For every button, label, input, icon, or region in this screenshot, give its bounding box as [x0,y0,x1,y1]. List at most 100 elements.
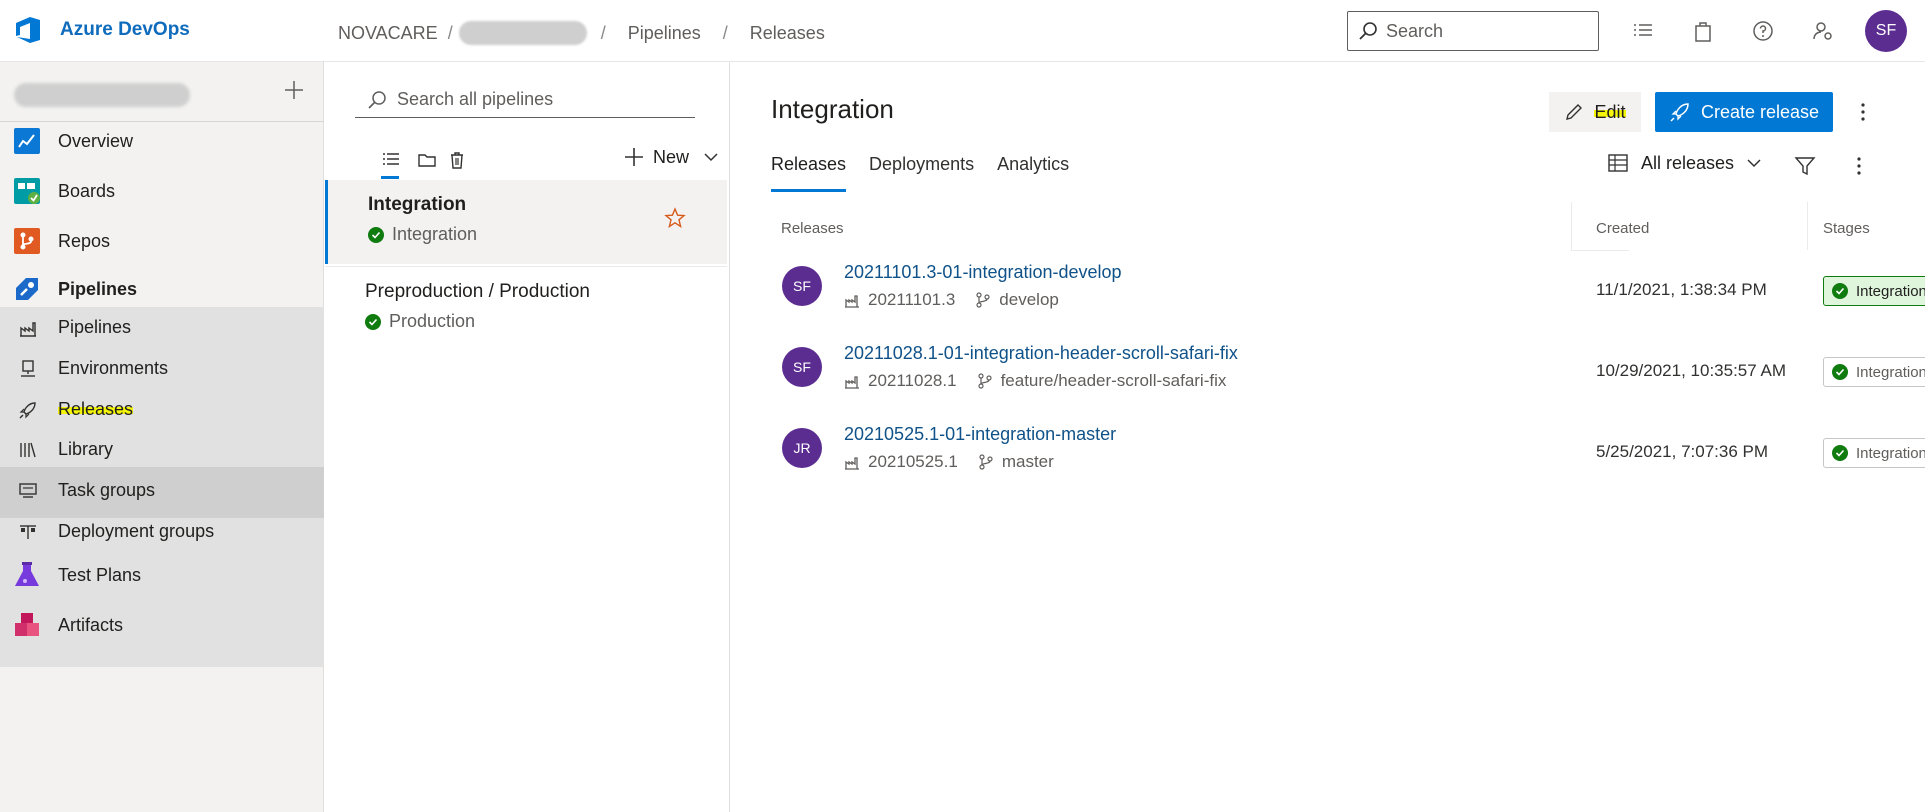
brand-link[interactable]: Azure DevOps [14,15,190,45]
add-project-icon[interactable] [282,78,306,102]
marketplace-bag-icon[interactable] [1691,19,1715,43]
branch-icon [976,292,990,308]
pipelines-search-input[interactable]: Search all pipelines [355,82,695,118]
release-name-link[interactable]: 20211028.1-01-integration-header-scroll-… [844,343,1238,364]
release-pipelines-panel: Search all pipelines New Integration Int… [325,62,730,812]
nav-label: Pipelines [58,316,132,337]
breadcrumb-separator: / [447,22,453,43]
chevron-down-icon [1747,159,1761,168]
more-options-icon[interactable] [1847,154,1871,178]
left-navigation: Overview Boards Repos Pipelines Pipeline… [0,62,324,812]
success-check-icon [1832,283,1848,299]
list-view-icon[interactable] [381,150,401,170]
build-number: 20211028.1 [868,371,957,390]
user-settings-icon[interactable] [1811,19,1835,43]
pipelines-toolbar: New [355,146,718,179]
table-row[interactable]: SF 20211101.3-01-integration-develop 202… [771,250,1925,330]
column-divider [1807,202,1808,250]
build-number: 20210525.1 [868,452,958,471]
release-meta: 20211028.1 feature/header-scroll-safari-… [844,371,1226,391]
releases-table-header: Releases Created Stages [771,202,1925,252]
edit-button[interactable]: Edit [1549,92,1641,132]
favorite-star-icon[interactable] [663,206,687,230]
new-label: New [653,146,690,167]
task-list-icon[interactable] [1631,19,1655,43]
delete-icon[interactable] [447,150,467,170]
nav-label: Deployment groups [58,520,215,541]
top-bar: Azure DevOps NOVACARE / / Pipelines / Re… [0,0,1925,62]
release-filter-dropdown[interactable]: All releases [1607,152,1762,174]
pipeline-stage: Production [389,311,476,331]
pipeline-status: Production [365,311,475,332]
folder-icon[interactable] [417,150,437,170]
global-search-input[interactable]: Search [1347,11,1599,51]
artifacts-icon [15,613,39,636]
plus-icon [625,148,643,166]
search-placeholder: Search all pipelines [397,89,554,109]
list-view-active-indicator [381,176,399,179]
build-number: 20211101.3 [868,290,956,309]
branch-icon [977,373,992,389]
chevron-down-icon [704,153,718,162]
user-avatar[interactable]: SF [1865,10,1907,52]
tab-releases[interactable]: Releases [771,154,847,192]
nav-label: Library [58,438,114,459]
tab-analytics[interactable]: Analytics [997,154,1069,192]
azure-devops-logo-icon [16,17,40,43]
nav-label: Artifacts [58,614,124,635]
release-meta: 20210525.1 master [844,452,1054,472]
search-icon [1359,22,1377,40]
pipeline-item-integration[interactable]: Integration Integration [325,180,727,264]
breadcrumb-separator: / [722,22,728,43]
pipeline-stage: Integration [392,224,478,244]
pipeline-status: Integration [368,224,477,245]
success-check-icon [368,226,384,243]
environments-icon [21,360,35,377]
nav-label: Test Plans [58,564,142,585]
nav-label: Releases [58,398,134,420]
pipelines-icon [16,278,38,300]
nav-label: Repos [58,230,111,251]
created-date: 10/29/2021, 10:35:57 AM [1596,361,1786,380]
rocket-icon [1670,103,1689,122]
table-icon [1608,154,1628,172]
release-name-link[interactable]: 20210525.1-01-integration-master [844,424,1116,445]
branch-name: develop [999,290,1059,309]
stage-badge[interactable]: Integration [1823,357,1925,387]
pipeline-title: Integration [368,194,467,215]
success-check-icon [1832,364,1848,380]
stage-badge[interactable]: Integration [1823,276,1925,306]
breadcrumb-org[interactable]: NOVACARE [338,23,438,44]
release-pipeline-detail: Integration Edit Create release Releases… [731,62,1925,812]
breadcrumb-releases[interactable]: Releases [750,23,825,44]
stage-badge[interactable]: Integration [1823,438,1925,468]
breadcrumb-project-redacted[interactable] [458,21,587,45]
search-placeholder: Search [1386,20,1444,41]
breadcrumb-pipelines[interactable]: Pipelines [628,23,701,44]
boards-icon [14,178,40,204]
release-meta: 20211101.3 develop [844,290,1059,310]
build-icon [845,295,859,308]
build-icon [845,457,859,470]
help-icon[interactable] [1751,19,1775,43]
new-pipeline-button[interactable]: New [623,146,719,168]
create-release-button[interactable]: Create release [1655,92,1833,132]
breadcrumb-separator: / [600,22,606,43]
search-icon [368,90,386,109]
pipeline-item-preproduction-production[interactable]: Preproduction / Production Production [325,266,727,350]
tab-deployments[interactable]: Deployments [869,154,974,192]
nav-item-artifacts[interactable]: Artifacts [0,596,324,654]
filter-icon[interactable] [1793,154,1817,178]
nav-label: Pipelines [58,278,138,299]
stage-name: Integration [1856,282,1925,300]
column-header-releases: Releases [781,220,844,237]
column-divider [1571,202,1572,250]
table-row[interactable]: JR 20210525.1-01-integration-master 2021… [771,412,1925,492]
release-filter-value: All releases [1641,152,1735,173]
table-row[interactable]: SF 20211028.1-01-integration-header-scro… [771,331,1925,411]
column-header-created: Created [1596,220,1650,237]
more-options-icon[interactable] [1851,100,1875,124]
breadcrumb: NOVACARE / / Pipelines / Releases [338,21,847,45]
release-name-link[interactable]: 20211101.3-01-integration-develop [844,262,1122,283]
branch-icon [979,454,993,470]
